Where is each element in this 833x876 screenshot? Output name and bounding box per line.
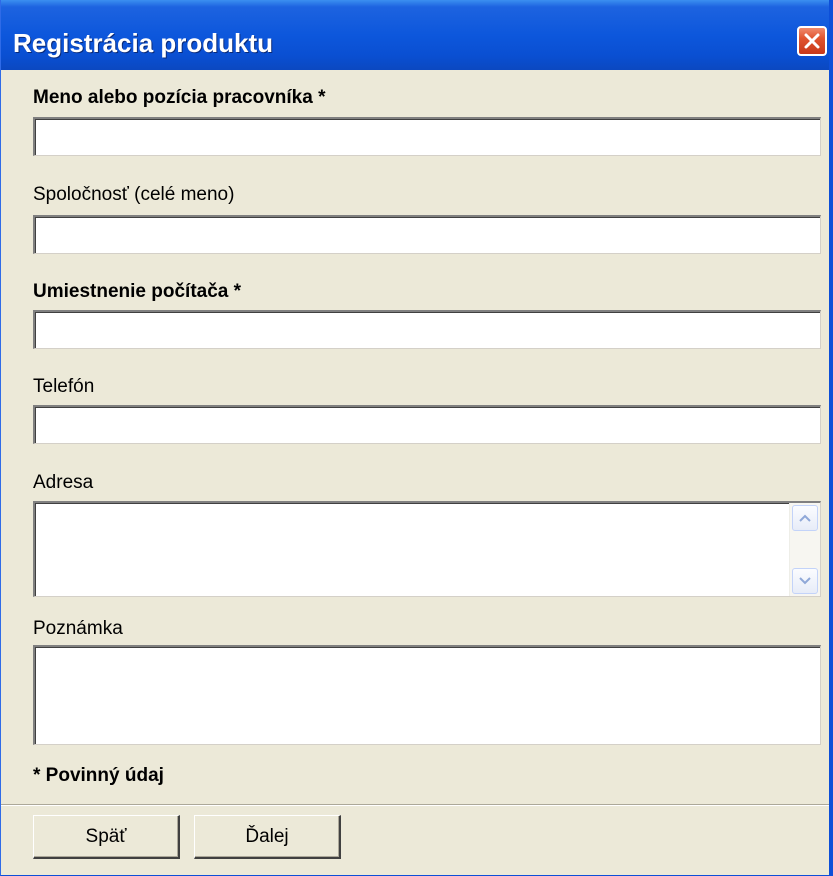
computer-location-input[interactable] bbox=[33, 310, 821, 349]
required-field-note: * Povinný údaj bbox=[33, 765, 164, 786]
note-textarea[interactable] bbox=[33, 645, 821, 745]
scroll-down-button[interactable] bbox=[792, 568, 818, 594]
window-title: Registrácia produktu bbox=[13, 28, 274, 58]
name-input[interactable] bbox=[33, 117, 821, 156]
phone-input[interactable] bbox=[33, 405, 821, 444]
company-label: Spoločnosť (celé meno) bbox=[33, 184, 235, 205]
title-bar[interactable]: Registrácia produktu bbox=[1, 0, 829, 70]
chevron-up-icon bbox=[799, 514, 811, 522]
computer-location-label: Umiestnenie počítača * bbox=[33, 281, 242, 302]
back-button[interactable]: Späť bbox=[33, 815, 180, 859]
name-label: Meno alebo pozícia pracovníka * bbox=[33, 87, 326, 108]
address-textarea[interactable] bbox=[33, 501, 821, 597]
company-input[interactable] bbox=[33, 215, 821, 254]
close-icon bbox=[804, 33, 820, 49]
address-scrollbar[interactable] bbox=[789, 503, 820, 596]
close-button[interactable] bbox=[797, 26, 827, 56]
address-label: Adresa bbox=[33, 472, 94, 493]
registration-dialog: Registrácia produktu Meno alebo pozícia … bbox=[0, 0, 833, 876]
scroll-up-button[interactable] bbox=[792, 505, 818, 531]
button-separator bbox=[1, 804, 829, 806]
next-button[interactable]: Ďalej bbox=[194, 815, 341, 859]
phone-label: Telefón bbox=[33, 376, 95, 397]
chevron-down-icon bbox=[799, 577, 811, 585]
note-label: Poznámka bbox=[33, 618, 123, 639]
